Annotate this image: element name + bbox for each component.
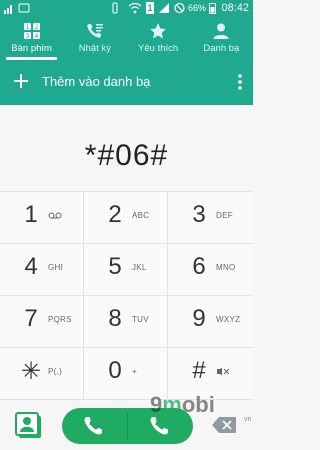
key-digit: 7 (24, 305, 38, 332)
more-vert-icon[interactable] (237, 73, 243, 91)
key-letters: GHI (48, 263, 64, 272)
key-6[interactable]: 6 MNO (168, 244, 253, 296)
tab-keypad[interactable]: 1 2 3 4 Bàn phím (0, 16, 63, 60)
watermark-logo: 9mobi (150, 392, 215, 418)
key-3[interactable]: 3 DEF (168, 192, 253, 244)
key-letters: ABC (132, 211, 150, 220)
dial-keypad: 1 2 ABC 3 DEF 4 GHI 5 JKL 6 MNO 7 PQRS 8… (0, 191, 253, 400)
tab-label: Yêu thích (138, 43, 179, 54)
key-digit: 3 (192, 201, 206, 228)
contacts-book-icon[interactable] (14, 412, 44, 440)
key-letters: JKL (132, 263, 147, 272)
key-digit: 8 (108, 305, 122, 332)
tab-bar: 1 2 3 4 Bàn phím Nhật ký Yêu thích Danh … (0, 16, 253, 60)
tab-label: Danh bạ (203, 43, 240, 54)
key-digit: ✳ (20, 358, 42, 385)
blocked-icon (174, 2, 185, 14)
key-5[interactable]: 5 JKL (84, 244, 168, 296)
key-letters: PQRS (48, 315, 72, 324)
key-9[interactable]: 9 WXYZ (168, 296, 253, 348)
tab-contacts[interactable]: Danh bạ (190, 16, 253, 60)
tab-label: Nhật ký (78, 43, 111, 54)
sim1-badge: 1 (89, 418, 94, 427)
tab-call-log[interactable]: Nhật ký (63, 16, 126, 60)
sim2-badge: 2 (155, 418, 160, 427)
voicemail-icon (48, 212, 62, 219)
key-4[interactable]: 4 GHI (0, 244, 84, 296)
key-digit: 1 (24, 201, 38, 228)
key-2[interactable]: 2 ABC (84, 192, 168, 244)
add-to-contacts-label: Thêm vào danh bạ (42, 74, 151, 89)
watermark-accent: m (162, 392, 182, 417)
dialpad-grid-icon: 1 2 3 4 (23, 23, 40, 40)
star-icon (150, 23, 167, 39)
signal-strength-icon (159, 3, 169, 13)
call-log-icon (87, 24, 103, 38)
watermark-rest: obi (181, 392, 215, 417)
call-divider (127, 412, 128, 440)
battery-percent: 66% (188, 3, 207, 13)
key-letters: TUV (132, 315, 149, 324)
status-time: 08:42 (221, 2, 249, 14)
signal-bars-icon (4, 5, 12, 14)
key-digit: 6 (192, 253, 206, 280)
backspace-icon[interactable] (211, 416, 237, 434)
battery-icon (209, 3, 216, 14)
key-letters: + (132, 367, 137, 376)
key-digit: 0 (108, 357, 122, 384)
call-sim2-button[interactable]: 2 (148, 415, 170, 437)
key-letters: DEF (216, 211, 233, 220)
contact-person-icon (213, 23, 229, 39)
key-letters: P(,) (48, 367, 63, 376)
key-letters: MNO (216, 263, 236, 272)
key-digit: 9 (192, 305, 206, 332)
key-digit: 5 (108, 253, 122, 280)
status-bar: 1 66% 08:42 (0, 0, 253, 16)
key-digit: 2 (108, 201, 122, 228)
key-1[interactable]: 1 (0, 192, 84, 244)
key-star[interactable]: ✳ P(,) (0, 348, 84, 400)
tab-favorites[interactable]: Yêu thích (127, 16, 190, 60)
watermark-prefix: 9 (150, 392, 163, 417)
key-7[interactable]: 7 PQRS (0, 296, 84, 348)
number-display[interactable]: *#06# (0, 105, 253, 191)
key-letters: WXYZ (216, 315, 241, 324)
watermark-suffix: vn (244, 416, 252, 423)
key-8[interactable]: 8 TUV (84, 296, 168, 348)
plus-icon (14, 74, 28, 88)
key-digit: 4 (24, 253, 38, 280)
dialed-number: *#06# (84, 139, 169, 172)
add-to-contacts-row[interactable]: Thêm vào danh bạ (0, 60, 253, 105)
tab-label: Bàn phím (11, 43, 52, 54)
bottom-action-bar: 1 2 (0, 399, 253, 450)
sim-slot-indicator: 1 (146, 2, 154, 14)
keypad-mute-icon (217, 367, 230, 376)
vibrate-icon (112, 2, 118, 14)
key-digit: # (192, 357, 206, 384)
call-sim1-button[interactable]: 1 (82, 415, 104, 437)
wifi-icon (128, 2, 142, 14)
hd-voice-icon (18, 3, 30, 13)
